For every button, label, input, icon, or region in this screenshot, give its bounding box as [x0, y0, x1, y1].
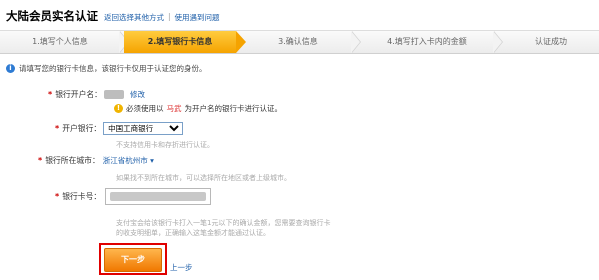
back-link[interactable]: 上一步 — [170, 262, 193, 273]
step-confirm: 3.确认信息 — [278, 37, 318, 46]
required-mark: * — [55, 192, 60, 201]
notice: i 请填写您的银行卡信息，该银行卡仅用于认证您的身份。 — [6, 63, 207, 74]
step-divider — [351, 31, 361, 53]
next-button[interactable]: 下一步 — [104, 248, 162, 272]
card-hint-line1: 支付宝会给该银行卡打入一笔1元以下的确认金额，您需要查询银行卡 — [116, 219, 331, 227]
chevron-down-icon: ▾ — [150, 156, 154, 165]
warning-text-post: 为开户名的银行卡进行认证。 — [184, 104, 283, 113]
header-links: 返回选择其他方式 | 使用遇到问题 — [104, 12, 220, 23]
step-personal-info: 1.填写个人信息 — [32, 37, 88, 46]
holder-label: 银行开户名： — [55, 90, 102, 99]
progress-steps: 1.填写个人信息 2.填写银行卡信息 3.确认信息 4.填写打入卡内的金额 认证… — [0, 30, 599, 54]
holder-warning: ! 必须使用以 马武 为开户名的银行卡进行认证。 — [114, 103, 282, 114]
step-bank-info-active: 2.填写银行卡信息 — [124, 31, 246, 53]
required-mark: * — [55, 124, 60, 133]
notice-text: 请填写您的银行卡信息，该银行卡仅用于认证您的身份。 — [19, 64, 207, 73]
required-mark: * — [48, 90, 53, 99]
step-divider — [493, 31, 503, 53]
card-hint-line2: 的收支明细单，正确输入这笔金额才能通过认证。 — [116, 229, 270, 237]
card-row: * 银行卡号： — [55, 188, 212, 205]
warning-icon: ! — [114, 104, 123, 113]
city-value: 浙江省杭州市 — [102, 156, 148, 165]
card-number-masked — [110, 192, 207, 201]
page-title: 大陆会员实名认证 — [6, 9, 98, 23]
link-separator: | — [168, 12, 171, 21]
warning-text-pre: 必须使用以 — [126, 104, 164, 113]
city-label: 银行所在城市： — [45, 156, 100, 165]
card-label: 银行卡号： — [62, 192, 102, 201]
edit-holder-link[interactable]: 修改 — [130, 89, 145, 100]
city-row: * 银行所在城市： 浙江省杭州市 ▾ — [38, 155, 154, 166]
city-select-link[interactable]: 浙江省杭州市 ▾ — [103, 155, 154, 166]
warning-name-highlight: 马武 — [166, 104, 182, 113]
required-mark: * — [38, 156, 43, 165]
info-icon: i — [6, 64, 15, 73]
bank-label: 开户银行： — [62, 124, 102, 133]
card-number-input[interactable] — [105, 188, 212, 205]
help-link[interactable]: 使用遇到问题 — [175, 12, 220, 23]
page-header: 大陆会员实名认证 返回选择其他方式 | 使用遇到问题 — [6, 8, 220, 26]
holder-row: * 银行开户名： 修改 — [48, 89, 145, 100]
holder-name-masked — [103, 90, 124, 99]
city-hint: 如果找不到所在城市，可以选择所在地区或者上级城市。 — [116, 174, 291, 182]
choose-other-method-link[interactable]: 返回选择其他方式 — [104, 12, 164, 23]
bank-select[interactable]: 中国工商银行 — [103, 122, 184, 135]
step-success: 认证成功 — [535, 37, 567, 46]
bank-row: * 开户银行： 中国工商银行 — [55, 122, 184, 135]
step-enter-amount: 4.填写打入卡内的金额 — [387, 37, 467, 46]
bank-hint: 不支持信用卡和存折进行认证。 — [116, 141, 214, 149]
